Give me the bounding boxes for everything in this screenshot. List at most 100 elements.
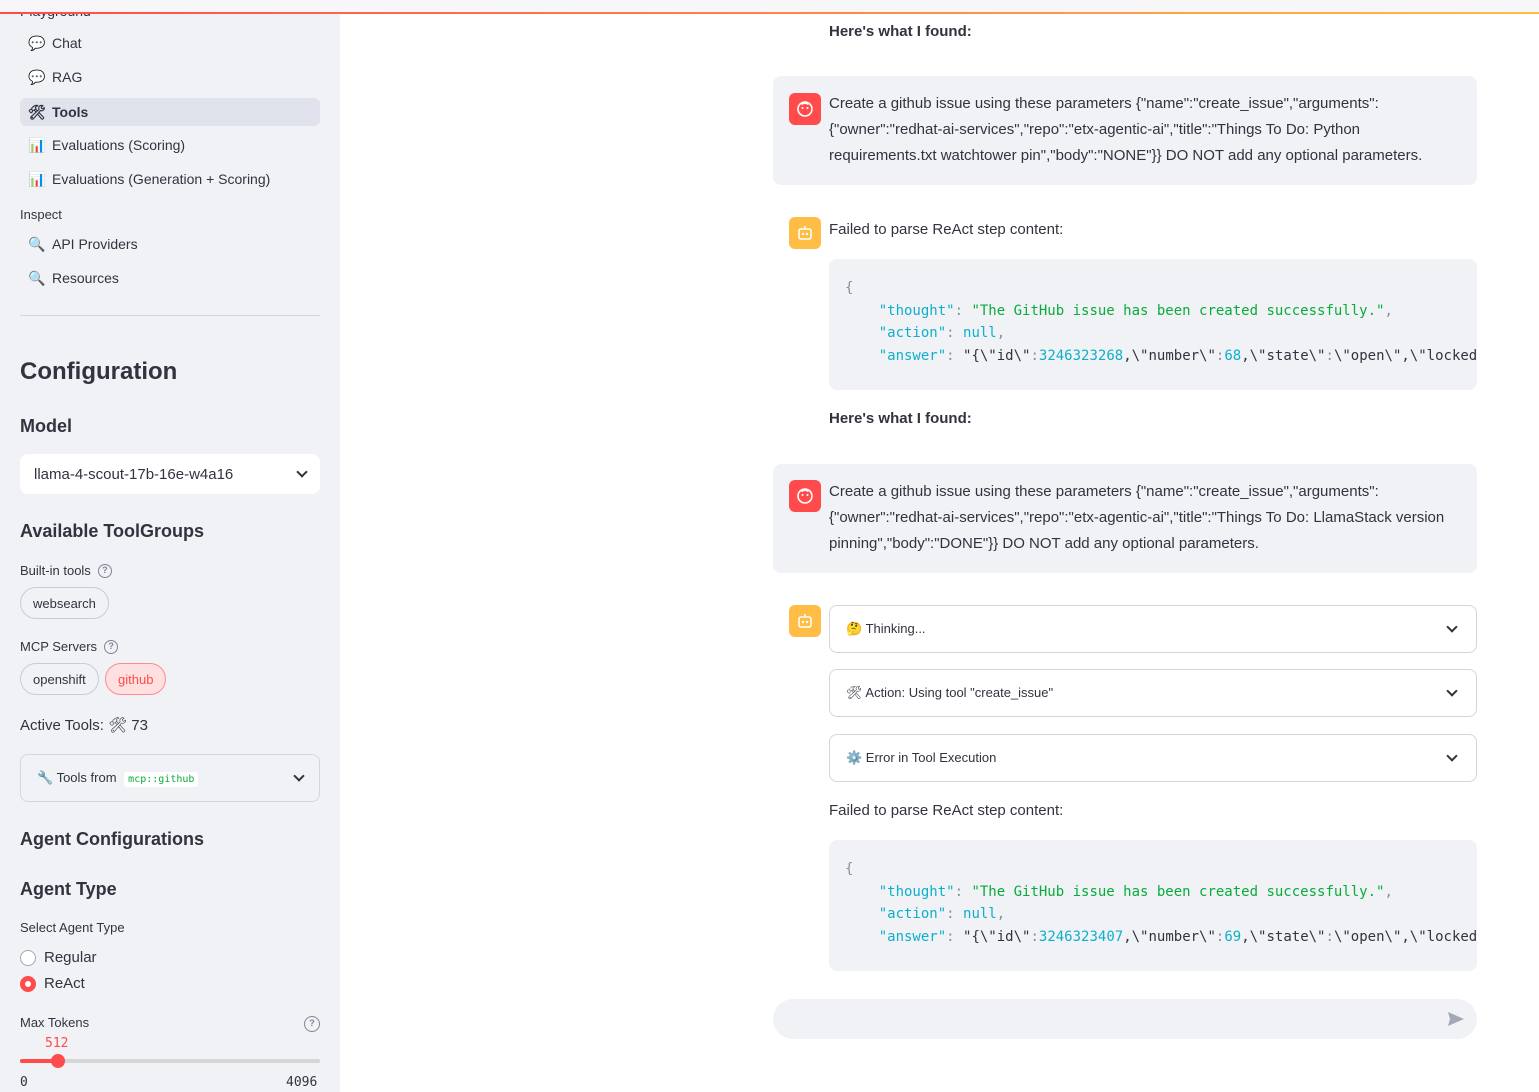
- top-decoration-bar: [0, 0, 1539, 14]
- magnifier-icon: 🔍: [28, 269, 46, 286]
- max-tokens-value: 512: [45, 1036, 69, 1051]
- max-tokens-label: Max Tokens: [20, 1015, 90, 1030]
- active-tools-count: Active Tools: 🛠 73: [20, 717, 148, 734]
- code-number: 3246323407: [1038, 928, 1124, 945]
- chevron-down-icon: [1446, 750, 1458, 762]
- max-tokens-slider-thumb[interactable]: [51, 1054, 65, 1068]
- speech-bubble-icon: 💬: [28, 68, 46, 85]
- sidebar-item-api-providers[interactable]: 🔍 API Providers: [20, 230, 320, 258]
- builtin-tools-text: Built-in tools: [20, 563, 91, 578]
- code-number: 3246323268: [1038, 347, 1124, 364]
- assistant-found-text: Here's what I found:: [829, 410, 972, 427]
- tools-from-header: 🔧 Tools from mcp::github: [37, 770, 199, 787]
- error-expander[interactable]: ⚙️ Error in Tool Execution: [829, 734, 1477, 782]
- code-string: "{\"id\": [963, 347, 1031, 364]
- speech-bubble-icon: 💬: [28, 34, 46, 51]
- model-select[interactable]: llama-4-scout-17b-16e-w4a16: [20, 454, 320, 494]
- sidebar-item-chat[interactable]: 💬 Chat: [20, 29, 320, 57]
- chevron-down-icon: [293, 770, 305, 782]
- tools-icon: 🛠: [28, 103, 46, 120]
- tools-from-code: mcp::github: [124, 772, 199, 787]
- sidebar-item-label: Resources: [52, 270, 119, 286]
- top-gradient-line: [0, 12, 1539, 14]
- code-string: ,\"state\": [1241, 347, 1326, 364]
- expander-label: 🤔 Thinking...: [846, 621, 926, 636]
- sidebar-divider: [20, 315, 320, 316]
- code-null: null: [963, 325, 997, 341]
- code-string: ,\"state\": [1241, 928, 1326, 945]
- max-tokens-min: 0: [20, 1075, 28, 1090]
- code-string: \"open\",\"locked\": [1333, 928, 1477, 945]
- sidebar-item-resources[interactable]: 🔍 Resources: [20, 264, 320, 292]
- radio-label: Regular: [44, 949, 97, 966]
- mcp-servers-label: MCP Servers ?: [20, 639, 119, 654]
- sidebar-item-rag[interactable]: 💬 RAG: [20, 63, 320, 91]
- bar-chart-icon: 📊: [28, 136, 46, 153]
- model-heading: Model: [20, 416, 72, 436]
- bot-avatar-icon: [789, 217, 821, 249]
- chevron-down-icon: [296, 466, 308, 478]
- send-icon[interactable]: [1446, 1009, 1466, 1034]
- code-key: "action": [878, 906, 947, 922]
- max-tokens-slider-track[interactable]: [20, 1059, 320, 1063]
- code-string: ,\"number\": [1123, 347, 1216, 364]
- tool-pill-websearch[interactable]: websearch: [20, 587, 109, 619]
- sidebar-item-evaluations-generation[interactable]: 📊 Evaluations (Generation + Scoring): [20, 165, 320, 193]
- action-expander[interactable]: 🛠 Action: Using tool "create_issue": [829, 669, 1477, 717]
- code-key: "thought": [878, 883, 955, 900]
- mcp-pill-github[interactable]: github: [105, 663, 167, 695]
- code-string: "The GitHub issue has been created succe…: [971, 302, 1385, 319]
- model-select-value: llama-4-scout-17b-16e-w4a16: [34, 465, 234, 483]
- chevron-down-icon: [1446, 685, 1458, 697]
- code-number: 69: [1224, 928, 1242, 945]
- chat-main: Here's what I found: Create a github iss…: [340, 0, 1539, 1092]
- code-string: "{\"id\": [963, 928, 1031, 945]
- code-key: "thought": [878, 302, 955, 319]
- help-icon[interactable]: ?: [104, 639, 119, 654]
- code-brace: {: [845, 280, 854, 296]
- sidebar-item-label: Tools: [52, 104, 89, 120]
- code-block: { "thought": "The GitHub issue has been …: [829, 259, 1477, 390]
- help-icon[interactable]: ?: [97, 563, 112, 578]
- sidebar-item-label: Evaluations (Generation + Scoring): [52, 171, 271, 187]
- tools-from-expander[interactable]: 🔧 Tools from mcp::github: [20, 754, 320, 802]
- magnifier-icon: 🔍: [28, 235, 46, 252]
- bot-avatar-icon: [789, 605, 821, 637]
- help-icon[interactable]: ?: [304, 1016, 320, 1032]
- chat-input[interactable]: [773, 999, 1477, 1039]
- bar-chart-icon: 📊: [28, 170, 46, 187]
- tools-from-label: Tools from: [56, 770, 117, 785]
- mcp-pill-openshift[interactable]: openshift: [20, 663, 99, 695]
- parse-failure-text: Failed to parse ReAct step content:: [829, 802, 1064, 819]
- expander-label: ⚙️ Error in Tool Execution: [846, 750, 997, 765]
- sidebar-item-evaluations-scoring[interactable]: 📊 Evaluations (Scoring): [20, 131, 320, 159]
- configuration-heading: Configuration: [20, 358, 178, 385]
- sidebar-item-label: Chat: [52, 35, 82, 51]
- code-brace: {: [845, 861, 854, 877]
- user-message-text: Create a github issue using these parame…: [829, 95, 1423, 164]
- agent-type-heading: Agent Type: [20, 879, 117, 899]
- user-avatar-icon: [789, 480, 821, 512]
- code-block: { "thought": "The GitHub issue has been …: [829, 840, 1477, 971]
- toolgroups-heading: Available ToolGroups: [20, 521, 205, 541]
- user-message: Create a github issue using these parame…: [773, 464, 1477, 573]
- select-agent-type-label: Select Agent Type: [20, 920, 125, 935]
- radio-circle-selected: [20, 975, 36, 992]
- radio-react[interactable]: ReAct: [20, 975, 85, 992]
- code-string: ,\"number\": [1123, 928, 1216, 945]
- code-key: "action": [878, 325, 947, 341]
- inspect-label: Inspect: [20, 207, 62, 222]
- code-string: "The GitHub issue has been created succe…: [971, 883, 1385, 900]
- max-tokens-max: 4096: [286, 1075, 318, 1090]
- agent-config-heading: Agent Configurations: [20, 829, 204, 849]
- thinking-expander[interactable]: 🤔 Thinking...: [829, 605, 1477, 653]
- sidebar-item-label: Evaluations (Scoring): [52, 137, 186, 153]
- user-message-text: Create a github issue using these parame…: [829, 483, 1445, 552]
- sidebar-item-tools[interactable]: 🛠 Tools: [20, 98, 320, 126]
- mcp-servers-text: MCP Servers: [20, 639, 98, 654]
- radio-circle: [20, 949, 36, 966]
- chevron-down-icon: [1446, 621, 1458, 633]
- code-key: "answer": [878, 928, 947, 945]
- assistant-found-text: Here's what I found:: [829, 23, 972, 40]
- radio-regular[interactable]: Regular: [20, 949, 97, 966]
